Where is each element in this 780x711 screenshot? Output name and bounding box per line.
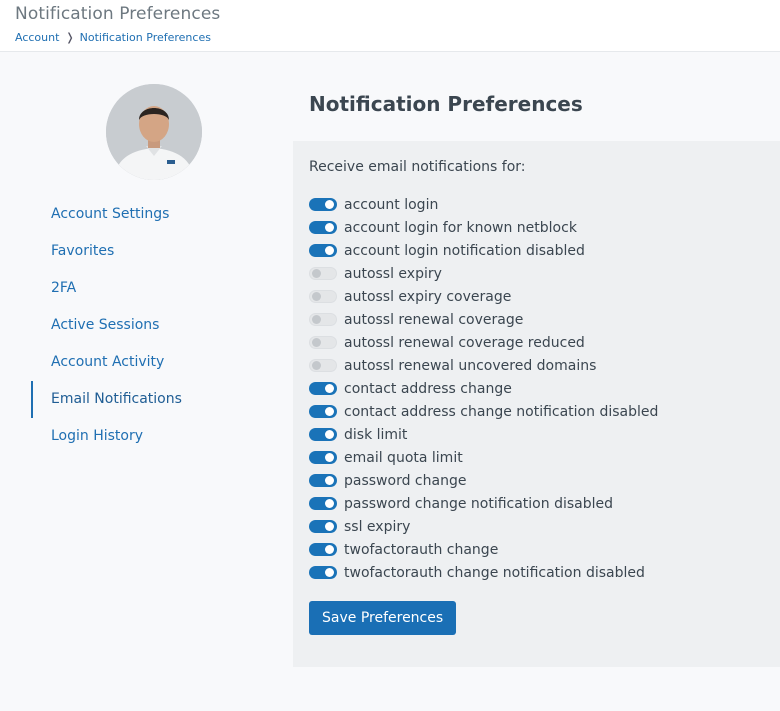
toggle-knob [325, 545, 334, 554]
toggle-switch[interactable] [309, 290, 337, 303]
preference-row[interactable]: twofactorauth change notification disabl… [309, 561, 769, 584]
toggle-switch[interactable] [309, 198, 337, 211]
panel-heading: Receive email notifications for: [309, 159, 526, 175]
toggle-switch[interactable] [309, 520, 337, 533]
preference-row[interactable]: ssl expiry [309, 515, 769, 538]
toggle-knob [325, 430, 334, 439]
preference-row[interactable]: email quota limit [309, 446, 769, 469]
preference-row[interactable]: autossl renewal coverage [309, 308, 769, 331]
toggle-switch[interactable] [309, 497, 337, 510]
toggle-switch[interactable] [309, 451, 337, 464]
preference-label: account login notification disabled [344, 242, 585, 259]
preferences-list: account login account login for known net… [309, 193, 769, 584]
preference-label: email quota limit [344, 449, 463, 466]
preference-row[interactable]: account login [309, 193, 769, 216]
toggle-switch[interactable] [309, 313, 337, 326]
toggle-knob [325, 476, 334, 485]
toggle-knob [325, 407, 334, 416]
preference-row[interactable]: disk limit [309, 423, 769, 446]
avatar [106, 84, 202, 180]
sidebar-item-login-history[interactable]: Login History [31, 418, 271, 455]
toggle-switch[interactable] [309, 267, 337, 280]
preference-row[interactable]: twofactorauth change [309, 538, 769, 561]
preference-label: autossl renewal uncovered domains [344, 357, 597, 374]
preference-row[interactable]: contact address change notification disa… [309, 400, 769, 423]
toggle-switch[interactable] [309, 474, 337, 487]
preference-label: autossl expiry coverage [344, 288, 512, 305]
toggle-switch[interactable] [309, 359, 337, 372]
preference-label: password change [344, 472, 467, 489]
preference-row[interactable]: contact address change [309, 377, 769, 400]
toggle-knob [312, 338, 321, 347]
preference-row[interactable]: account login for known netblock [309, 216, 769, 239]
sidebar-item-favorites[interactable]: Favorites [31, 233, 271, 270]
toggle-knob [312, 315, 321, 324]
toggle-knob [325, 246, 334, 255]
toggle-knob [325, 499, 334, 508]
toggle-switch[interactable] [309, 336, 337, 349]
save-preferences-button[interactable]: Save Preferences [309, 601, 457, 635]
preference-label: contact address change [344, 380, 512, 397]
preference-label: disk limit [344, 426, 408, 443]
toggle-knob [312, 269, 321, 278]
toggle-knob [325, 223, 334, 232]
sidebar-item-email-notifications[interactable]: Email Notifications [31, 381, 271, 418]
breadcrumb: Account ❭ Notification Preferences [15, 31, 211, 44]
preference-label: account login for known netblock [344, 219, 577, 236]
toggle-knob [312, 361, 321, 370]
toggle-knob [325, 522, 334, 531]
sidebar-item-2fa[interactable]: 2FA [31, 270, 271, 307]
preference-row[interactable]: autossl renewal coverage reduced [309, 331, 769, 354]
preference-label: autossl renewal coverage reduced [344, 334, 585, 351]
sidebar-item-account-activity[interactable]: Account Activity [31, 344, 271, 381]
sidebar-item-active-sessions[interactable]: Active Sessions [31, 307, 271, 344]
toggle-switch[interactable] [309, 566, 337, 579]
preference-label: autossl expiry [344, 265, 442, 282]
toggle-switch[interactable] [309, 244, 337, 257]
chevron-right-icon: ❭ [65, 31, 75, 44]
toggle-switch[interactable] [309, 221, 337, 234]
content-area: Account Settings Favorites 2FA Active Se… [0, 52, 780, 711]
preference-label: contact address change notification disa… [344, 403, 659, 420]
toggle-knob [325, 384, 334, 393]
preference-label: password change notification disabled [344, 495, 613, 512]
preference-row[interactable]: password change [309, 469, 769, 492]
preference-row[interactable]: account login notification disabled [309, 239, 769, 262]
sidebar-item-account-settings[interactable]: Account Settings [31, 196, 271, 233]
toggle-switch[interactable] [309, 382, 337, 395]
section-title: Notification Preferences [309, 92, 583, 116]
toggle-knob [312, 292, 321, 301]
toggle-switch[interactable] [309, 405, 337, 418]
preference-row[interactable]: password change notification disabled [309, 492, 769, 515]
toggle-knob [325, 200, 334, 209]
preference-row[interactable]: autossl renewal uncovered domains [309, 354, 769, 377]
preference-row[interactable]: autossl expiry coverage [309, 285, 769, 308]
top-header: Notification Preferences Account ❭ Notif… [0, 0, 780, 52]
preference-label: twofactorauth change notification disabl… [344, 564, 645, 581]
preferences-panel: Receive email notifications for: account… [293, 141, 780, 667]
breadcrumb-current-link[interactable]: Notification Preferences [80, 31, 211, 44]
toggle-switch[interactable] [309, 543, 337, 556]
preference-label: ssl expiry [344, 518, 411, 535]
toggle-knob [325, 568, 334, 577]
toggle-knob [325, 453, 334, 462]
preference-row[interactable]: autossl expiry [309, 262, 769, 285]
user-avatar-image [106, 84, 202, 180]
preference-label: autossl renewal coverage [344, 311, 524, 328]
toggle-switch[interactable] [309, 428, 337, 441]
page-title: Notification Preferences [15, 4, 221, 24]
preference-label: twofactorauth change [344, 541, 499, 558]
preference-label: account login [344, 196, 439, 213]
breadcrumb-account-link[interactable]: Account [15, 31, 59, 44]
sidebar-nav: Account Settings Favorites 2FA Active Se… [31, 196, 271, 455]
